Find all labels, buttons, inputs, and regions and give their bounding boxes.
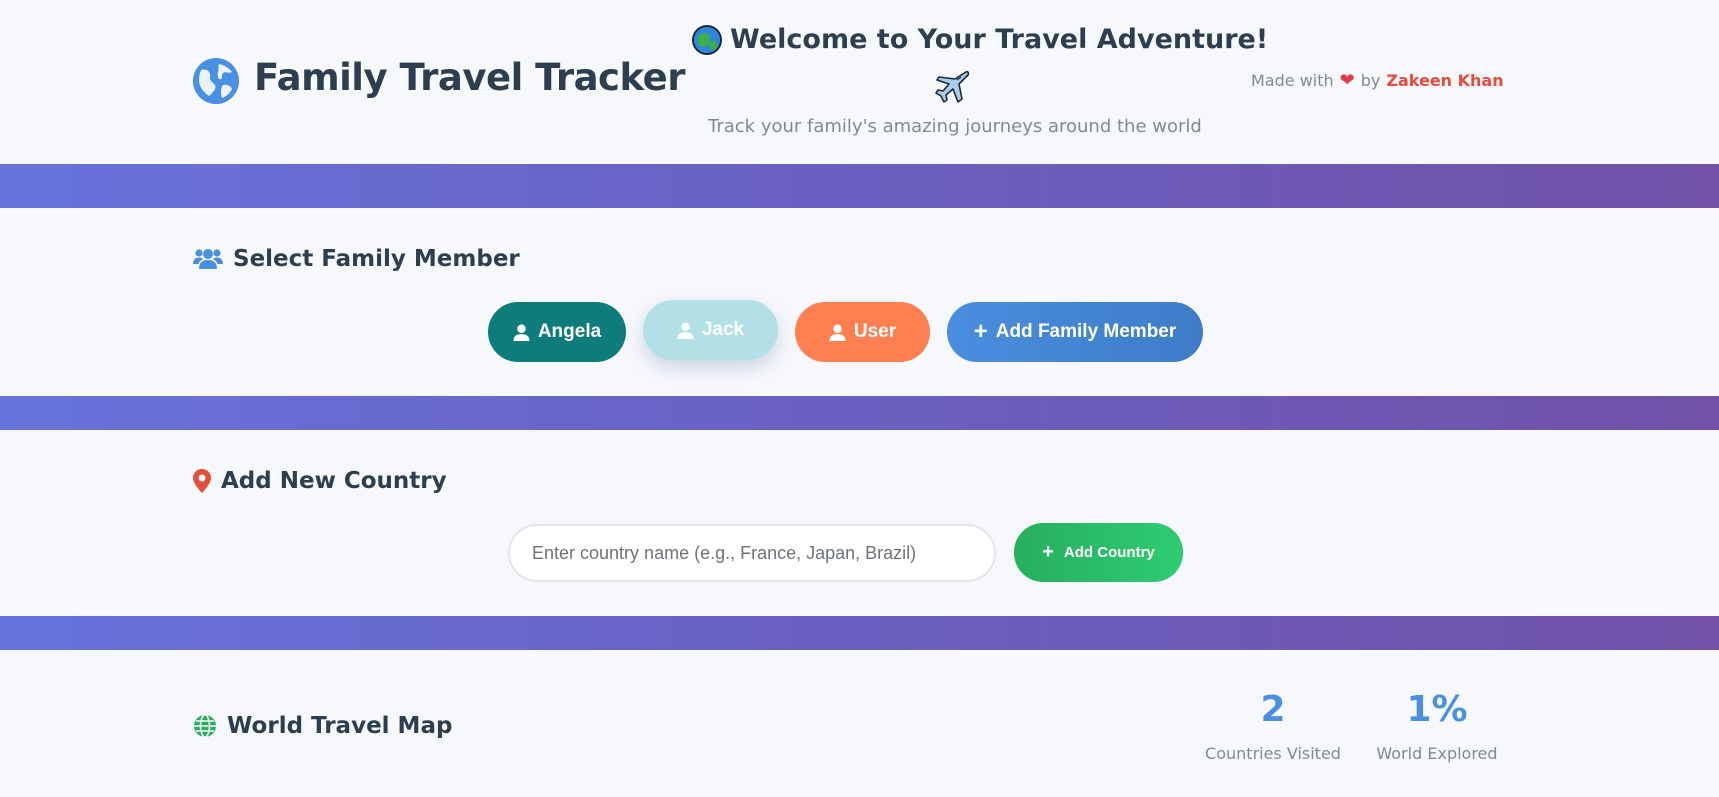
members-heading-text: Select Family Member xyxy=(233,246,520,272)
member-name: User xyxy=(853,321,897,342)
globe-logo-icon xyxy=(193,58,239,104)
author-link[interactable]: Zakeen Khan xyxy=(1386,71,1503,90)
stat-world-explored: 1% World Explored xyxy=(1370,689,1504,764)
user-icon xyxy=(677,322,694,339)
plus-icon: + xyxy=(1042,541,1054,563)
stat-label: World Explored xyxy=(1376,744,1498,763)
credits: Made with ❤ by Zakeen Khan xyxy=(1251,70,1504,91)
stat-countries-visited: 2 Countries Visited xyxy=(1200,689,1346,764)
stat-label: Countries Visited xyxy=(1205,744,1341,763)
tagline: Track your family's amazing journeys aro… xyxy=(708,116,1202,137)
airplane-icon xyxy=(935,70,970,103)
plus-icon: + xyxy=(973,318,988,345)
heart-icon: ❤ xyxy=(1339,70,1355,91)
add-country-label: Add Country xyxy=(1063,544,1155,561)
map-pin-icon xyxy=(193,469,211,493)
user-icon xyxy=(513,324,530,341)
add-member-label: Add Family Member xyxy=(995,321,1177,342)
welcome-text: Welcome to Your Travel Adventure! xyxy=(730,24,1269,55)
member-button-user[interactable]: User xyxy=(795,302,930,362)
section-divider xyxy=(0,164,1719,208)
stat-value: 1% xyxy=(1406,689,1468,730)
member-button-angela[interactable]: Angela xyxy=(488,302,626,362)
stat-value: 2 xyxy=(1260,689,1286,730)
country-name-input[interactable] xyxy=(508,524,996,582)
made-with-text: Made with xyxy=(1251,71,1334,90)
country-heading-text: Add New Country xyxy=(221,468,447,494)
map-heading-text: World Travel Map xyxy=(227,713,453,739)
member-name: Angela xyxy=(537,321,602,342)
users-icon xyxy=(193,249,223,269)
add-country-button[interactable]: + Add Country xyxy=(1014,523,1183,582)
app-title: Family Travel Tracker xyxy=(254,56,685,99)
section-divider xyxy=(0,396,1719,430)
user-icon xyxy=(829,324,846,341)
earth-icon xyxy=(692,24,722,55)
by-text: by xyxy=(1360,71,1381,90)
members-heading: Select Family Member xyxy=(193,246,520,272)
map-heading: World Travel Map xyxy=(193,713,452,739)
country-heading: Add New Country xyxy=(193,468,447,494)
member-name: Jack xyxy=(701,319,745,340)
globe-icon xyxy=(194,714,216,738)
member-button-jack[interactable]: Jack xyxy=(643,300,778,360)
welcome-heading: Welcome to Your Travel Adventure! xyxy=(692,24,1268,55)
country-panel xyxy=(0,430,1719,616)
add-family-member-button[interactable]: + Add Family Member xyxy=(947,302,1203,362)
section-divider xyxy=(0,616,1719,650)
